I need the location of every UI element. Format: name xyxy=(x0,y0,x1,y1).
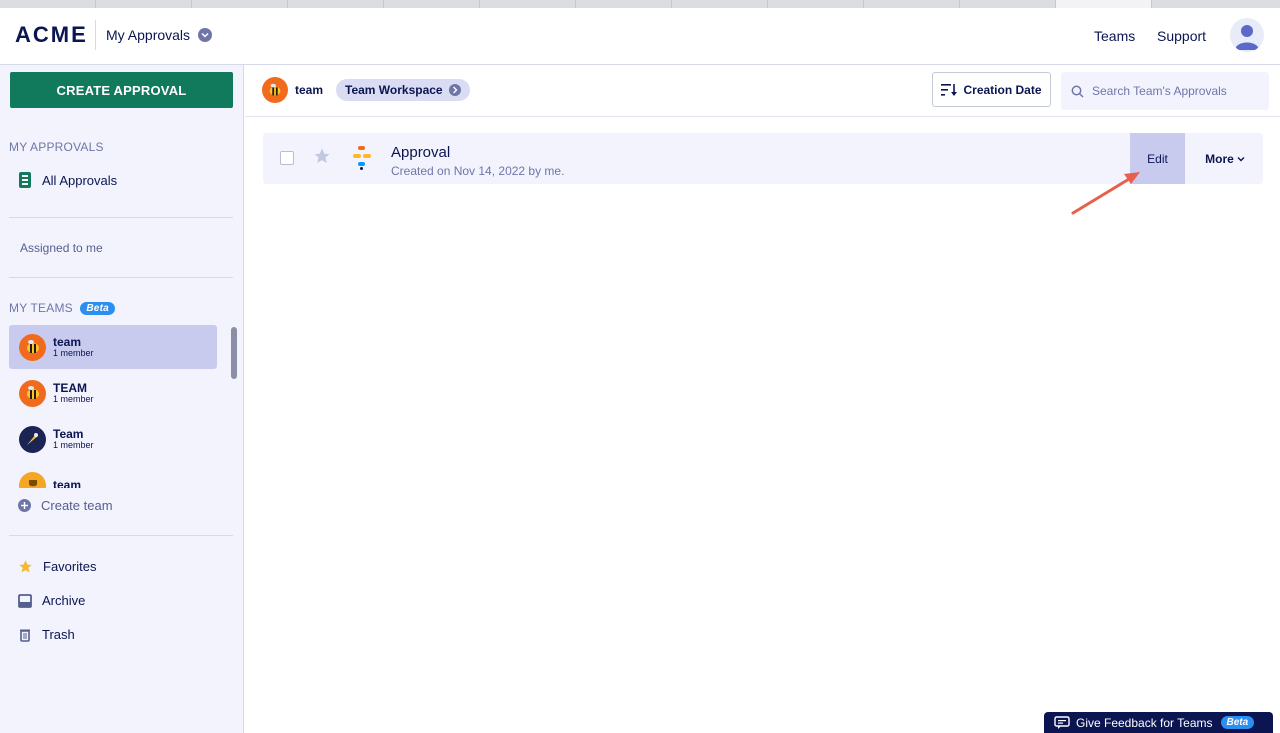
header-divider xyxy=(95,20,96,50)
create-approval-button[interactable]: CREATE APPROVAL xyxy=(10,72,233,108)
chevron-down-icon xyxy=(198,28,213,42)
browser-tab[interactable] xyxy=(960,0,1056,8)
breadcrumb-team[interactable]: team xyxy=(295,83,323,97)
create-team-label: Create team xyxy=(41,498,113,513)
sort-label: Creation Date xyxy=(963,82,1042,97)
team-name: team xyxy=(53,478,82,488)
sidebar-item-label: Archive xyxy=(42,593,86,608)
browser-tab[interactable] xyxy=(864,0,960,8)
team-item[interactable]: team xyxy=(9,463,217,488)
support-link[interactable]: Support xyxy=(1157,28,1206,44)
scrollbar-thumb[interactable] xyxy=(231,327,237,379)
beta-badge: Beta xyxy=(80,302,115,315)
team-members: 1 member xyxy=(53,439,94,450)
feedback-button[interactable]: Give Feedback for Teams Beta xyxy=(1044,712,1273,733)
teams-list: team 1 member TEAM 1 member Team 1 membe… xyxy=(9,325,227,488)
chevron-right-icon xyxy=(448,84,461,96)
sort-button[interactable]: Creation Date xyxy=(932,72,1051,107)
sort-icon xyxy=(941,83,958,96)
team-name: team xyxy=(53,334,82,349)
approval-flow-icon xyxy=(353,146,371,170)
acme-logo[interactable]: ACME xyxy=(15,22,88,48)
team-name: TEAM xyxy=(53,380,87,395)
user-avatar[interactable] xyxy=(1230,18,1264,52)
my-teams-label: MY TEAMS xyxy=(9,301,73,315)
chevron-down-icon xyxy=(1237,156,1245,161)
rocket-avatar-icon xyxy=(19,425,46,453)
sidebar-item-assigned[interactable]: Assigned to me xyxy=(20,241,103,255)
browser-tab[interactable] xyxy=(384,0,480,8)
beta-badge: Beta xyxy=(1220,716,1255,729)
create-team-button[interactable]: Create team xyxy=(18,498,113,513)
search-box[interactable] xyxy=(1061,72,1269,110)
team-item[interactable]: TEAM 1 member xyxy=(9,371,217,415)
archive-icon xyxy=(18,593,32,608)
annotation-arrow-icon xyxy=(1071,172,1140,215)
browser-tab-strip xyxy=(0,0,1280,8)
team-item[interactable]: team 1 member xyxy=(9,325,217,369)
star-icon xyxy=(19,560,32,573)
team-name: Team xyxy=(53,426,84,441)
my-approvals-heading: MY APPROVALS xyxy=(9,140,104,154)
browser-tab[interactable] xyxy=(672,0,768,8)
workspace-label: Team Workspace xyxy=(345,83,443,97)
team-members: 1 member xyxy=(53,393,94,404)
teams-link[interactable]: Teams xyxy=(1094,28,1135,44)
bee-avatar-icon xyxy=(19,333,46,361)
sidebar-divider xyxy=(9,277,233,278)
sidebar-item-label: Trash xyxy=(42,627,75,642)
team-members: 1 member xyxy=(53,347,94,358)
browser-tab[interactable] xyxy=(480,0,576,8)
sidebar-item-all-approvals[interactable]: All Approvals xyxy=(18,172,117,188)
team-item[interactable]: Team 1 member xyxy=(9,417,217,461)
sidebar-item-label: Favorites xyxy=(43,559,97,574)
sidebar-divider xyxy=(9,217,233,218)
search-icon xyxy=(1071,85,1084,98)
team-avatar-icon xyxy=(262,77,288,103)
teams-scrollbar[interactable] xyxy=(229,325,238,488)
approval-subtitle: Created on Nov 14, 2022 by me. xyxy=(391,164,565,178)
approvals-icon xyxy=(19,172,31,188)
bee-avatar-icon xyxy=(19,379,46,407)
browser-tab[interactable] xyxy=(768,0,864,8)
app-title-label: My Approvals xyxy=(106,27,191,43)
trash-icon xyxy=(20,629,30,642)
sidebar: CREATE APPROVAL MY APPROVALS All Approva… xyxy=(0,65,244,733)
sidebar-item-trash[interactable]: Trash xyxy=(18,627,75,642)
select-checkbox[interactable] xyxy=(280,151,294,165)
more-button[interactable]: More xyxy=(1193,133,1257,184)
sidebar-item-archive[interactable]: Archive xyxy=(18,593,85,608)
feedback-label: Give Feedback for Teams xyxy=(1076,715,1213,730)
browser-tab[interactable] xyxy=(0,0,96,8)
sidebar-item-label: All Approvals xyxy=(42,172,118,188)
favorite-star-icon[interactable] xyxy=(313,147,331,165)
content-toolbar: team Team Workspace Creation Date xyxy=(245,65,1280,117)
sidebar-item-favorites[interactable]: Favorites xyxy=(18,559,96,574)
plus-circle-icon xyxy=(18,499,31,512)
browser-tab-active[interactable] xyxy=(1056,0,1152,8)
app-header: ACME My Approvals Teams Support xyxy=(0,8,1280,65)
my-teams-heading: MY TEAMS Beta xyxy=(9,301,115,315)
browser-tab[interactable] xyxy=(96,0,192,8)
sidebar-item-label: Assigned to me xyxy=(20,241,103,255)
user-icon xyxy=(1235,25,1259,50)
browser-tab[interactable] xyxy=(192,0,288,8)
browser-tab[interactable] xyxy=(576,0,672,8)
app-title-dropdown[interactable]: My Approvals xyxy=(106,27,213,43)
feedback-icon xyxy=(1054,715,1070,729)
more-label: More xyxy=(1205,151,1234,166)
browser-tab[interactable] xyxy=(288,0,384,8)
search-input[interactable] xyxy=(1092,84,1262,98)
sidebar-divider xyxy=(9,535,233,536)
team-workspace-button[interactable]: Team Workspace xyxy=(336,79,470,101)
approval-title[interactable]: Approval xyxy=(391,144,450,161)
trophy-avatar-icon xyxy=(19,471,46,488)
